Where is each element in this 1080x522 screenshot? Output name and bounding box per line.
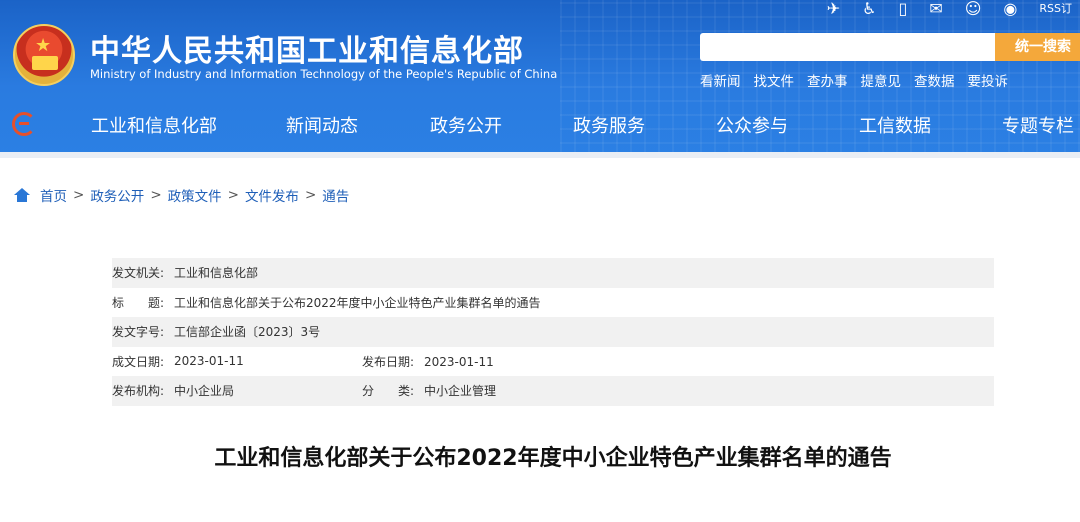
site-subtitle: Ministry of Industry and Information Tec… [90, 67, 558, 81]
category-label: 分 类: [362, 384, 415, 399]
weibo-icon[interactable]: ◉ [1003, 1, 1017, 17]
site-header: ★ 中华人民共和国工业和信息化部 Ministry of Industry an… [0, 0, 1080, 158]
quick-link-news[interactable]: 看新闻 [700, 70, 741, 90]
breadcrumb-policy[interactable]: 政策文件 [168, 185, 222, 205]
nav-item-data[interactable]: 工信数据 [859, 112, 931, 138]
quick-link-complaint[interactable]: 要投诉 [968, 70, 1009, 90]
issuer-label: 发文机关: [112, 266, 165, 281]
article-title: 工业和信息化部关于公布2022年度中小企业特色产业集群名单的通告 [214, 446, 892, 471]
issuer-value: 工业和信息化部 [174, 266, 259, 281]
breadcrumb-separator: > [150, 187, 162, 203]
breadcrumb: 首页 > 政务公开 > 政策文件 > 文件发布 > 通告 [14, 185, 349, 205]
nav-item-services[interactable]: 政务服务 [573, 112, 645, 138]
accessibility-icon[interactable]: ♿ [862, 1, 876, 17]
star-icon: ★ [35, 35, 52, 56]
category-value: 中小企业管理 [424, 384, 497, 399]
doc-no-label: 发文字号: [112, 325, 165, 340]
rss-link[interactable]: RSS订 [1039, 1, 1072, 17]
quick-links: 看新闻 找文件 查办事 提意见 查数据 要投诉 [700, 70, 1008, 90]
breadcrumb-home[interactable]: 首页 [40, 185, 67, 205]
breadcrumb-gov-affairs[interactable]: 政务公开 [90, 185, 144, 205]
nav-item-ministry[interactable]: 工业和信息化部 [91, 112, 217, 138]
meta-row-doc-no: 发文字号: 工信部企业函〔2023〕3号 [112, 317, 994, 347]
main-nav: 工业和信息化部 新闻动态 政务公开 政务服务 公众参与 工信数据 专题专栏 [0, 104, 1080, 144]
header-divider [0, 152, 1080, 158]
breadcrumb-separator: > [73, 187, 85, 203]
nav-item-participation[interactable]: 公众参与 [716, 112, 788, 138]
miit-logo-icon[interactable] [12, 112, 36, 136]
published-group: 发布日期: 2023-01-11 [362, 353, 494, 370]
quick-link-services[interactable]: 查办事 [807, 70, 848, 90]
nav-item-news[interactable]: 新闻动态 [286, 112, 358, 138]
site-title[interactable]: 中华人民共和国工业和信息化部 [90, 26, 524, 70]
tiananmen-icon [32, 56, 58, 70]
title-label: 标 题: [112, 295, 165, 310]
title-value: 工业和信息化部关于公布2022年度中小企业特色产业集群名单的通告 [174, 295, 541, 310]
quick-link-feedback[interactable]: 提意见 [861, 70, 902, 90]
quick-link-files[interactable]: 找文件 [754, 70, 795, 90]
meta-row-dates: 成文日期: 2023-01-11 发布日期: 2023-01-11 [112, 347, 994, 377]
published-value: 2023-01-11 [424, 354, 494, 369]
top-utility-icons: ✈ ♿ ▯ ✉ ☺ ◉ RSS订 [827, 0, 1072, 18]
category-group: 分 类: 中小企业管理 [362, 382, 496, 399]
quick-link-data[interactable]: 查数据 [914, 70, 955, 90]
document-metadata: 发文机关: 工业和信息化部 标 题: 工业和信息化部关于公布2022年度中小企业… [112, 258, 994, 406]
mobile-icon[interactable]: ▯ [899, 1, 908, 17]
meta-row-issuer: 发文机关: 工业和信息化部 [112, 258, 994, 288]
wechat-icon[interactable]: ☺ [965, 1, 982, 17]
search-button[interactable]: 统一搜索 [995, 33, 1080, 61]
created-value: 2023-01-11 [174, 354, 244, 369]
breadcrumb-separator: > [227, 187, 239, 203]
meta-row-org: 发布机构: 中小企业局 分 类: 中小企业管理 [112, 376, 994, 406]
breadcrumb-notice[interactable]: 通告 [322, 185, 349, 205]
rocket-icon[interactable]: ✈ [827, 1, 840, 17]
breadcrumb-release[interactable]: 文件发布 [245, 185, 299, 205]
breadcrumb-separator: > [304, 187, 317, 203]
mail-icon[interactable]: ✉ [929, 1, 942, 17]
published-label: 发布日期: [362, 354, 415, 369]
org-value: 中小企业局 [174, 384, 235, 399]
org-label: 发布机构: [112, 384, 165, 399]
national-emblem-logo: ★ [13, 24, 75, 86]
home-icon[interactable] [14, 188, 30, 202]
created-label: 成文日期: [112, 354, 165, 369]
nav-item-topics[interactable]: 专题专栏 [1002, 112, 1074, 138]
meta-row-title: 标 题: 工业和信息化部关于公布2022年度中小企业特色产业集群名单的通告 [112, 288, 994, 318]
doc-no-value: 工信部企业函〔2023〕3号 [174, 325, 321, 340]
nav-item-gov-affairs[interactable]: 政务公开 [430, 112, 502, 138]
search-input[interactable] [700, 33, 995, 61]
